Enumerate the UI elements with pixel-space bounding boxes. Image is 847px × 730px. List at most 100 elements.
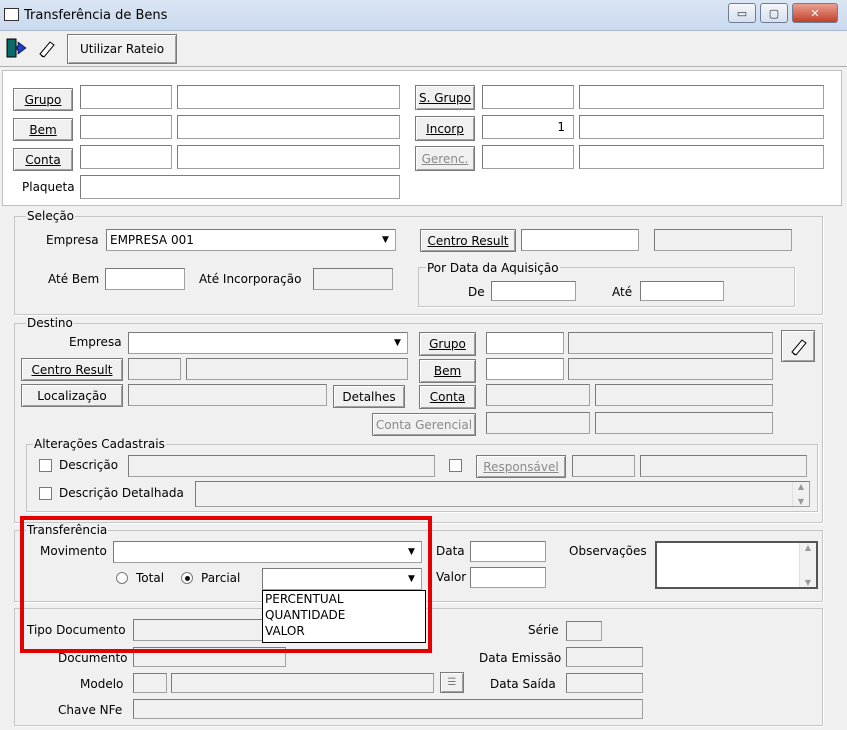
descricao-label: Descrição xyxy=(59,458,119,472)
observacoes-label: Observações xyxy=(569,544,647,558)
gerenc-button[interactable]: Gerenc. xyxy=(415,146,475,171)
responsavel-desc xyxy=(640,455,807,477)
data-saida-label: Data Saída xyxy=(490,677,556,691)
data-input[interactable] xyxy=(470,541,546,562)
destino-eraser-button[interactable] xyxy=(781,330,815,362)
scroll-down-icon: ▼ xyxy=(797,497,805,506)
observacoes-scrollbar[interactable]: ▲ ▼ xyxy=(799,543,816,587)
destino-centro-result-button[interactable]: Centro Result xyxy=(21,358,123,381)
destino-conta-button[interactable]: Conta xyxy=(419,385,476,409)
data-saida-input xyxy=(566,673,643,693)
ate-bem-input[interactable] xyxy=(105,268,185,290)
selecao-title: Seleção xyxy=(26,209,76,223)
destino-grupo-code[interactable] xyxy=(486,332,564,354)
incorp-desc-input[interactable] xyxy=(579,115,824,139)
conta-desc-input[interactable] xyxy=(177,145,400,169)
bem-desc-input[interactable] xyxy=(177,115,400,139)
serie-input xyxy=(566,621,602,641)
conta-gerencial-desc xyxy=(595,412,773,434)
selecao-empresa-select[interactable]: EMPRESA 001 ▼ xyxy=(106,229,396,251)
chave-nfe-input xyxy=(133,699,643,719)
modelo-desc-input xyxy=(171,673,434,693)
detalhes-button[interactable]: Detalhes xyxy=(333,385,405,408)
gerenc-code-input[interactable] xyxy=(482,145,574,169)
modelo-lookup-button[interactable]: ☰ xyxy=(440,672,464,693)
localizacao-button[interactable]: Localização xyxy=(21,384,123,407)
modelo-code-input xyxy=(133,673,167,693)
por-data-title: Por Data da Aquisição xyxy=(426,261,560,275)
sgrupo-code-input[interactable] xyxy=(482,85,574,109)
selecao-centro-result-code[interactable] xyxy=(521,229,639,251)
destino-empresa-label: Empresa xyxy=(69,335,122,349)
chave-nfe-label: Chave NFe xyxy=(58,703,123,717)
grupo-button-label: Grupo xyxy=(24,92,62,107)
scroll-up-icon: ▲ xyxy=(797,482,805,491)
ate-incorporacao-input xyxy=(313,268,393,290)
selecao-centro-result-button[interactable]: Centro Result xyxy=(420,229,516,252)
incorp-button[interactable]: Incorp xyxy=(415,116,475,141)
conta-gerencial-button[interactable]: Conta Gerencial xyxy=(372,413,476,436)
destino-centro-result-label: Centro Result xyxy=(31,362,113,377)
plaqueta-label: Plaqueta xyxy=(22,180,75,194)
list-icon: ☰ xyxy=(447,677,457,688)
destino-conta-label: Conta xyxy=(429,390,466,404)
valor-label: Valor xyxy=(436,570,467,584)
modelo-label: Modelo xyxy=(80,677,124,691)
descricao-detalhada-scrollbar[interactable]: ▲ ▼ xyxy=(792,482,809,506)
destino-bem-code[interactable] xyxy=(486,358,564,380)
destino-centro-result-code xyxy=(128,358,181,380)
sgrupo-desc-input[interactable] xyxy=(579,85,824,109)
selecao-centro-result-desc xyxy=(654,229,792,251)
destino-bem-desc xyxy=(568,358,773,380)
valor-input[interactable] xyxy=(470,567,546,588)
bem-button-label: Bem xyxy=(29,122,57,137)
close-button[interactable]: ✕ xyxy=(792,3,838,23)
utilizar-rateio-button[interactable]: Utilizar Rateio xyxy=(67,34,177,64)
grupo-button[interactable]: Grupo xyxy=(13,88,73,111)
grupo-desc-input[interactable] xyxy=(177,85,400,109)
scroll-down-icon: ▼ xyxy=(804,578,812,587)
scroll-up-icon: ▲ xyxy=(804,543,812,552)
plaqueta-input[interactable] xyxy=(80,175,400,199)
destino-centro-result-desc xyxy=(186,358,408,380)
localizacao-input xyxy=(128,384,327,406)
data-de-input[interactable] xyxy=(491,281,576,301)
data-ate-input[interactable] xyxy=(640,281,724,301)
descricao-detalhada-checkbox[interactable] xyxy=(39,487,52,500)
conta-button[interactable]: Conta xyxy=(13,148,73,171)
descricao-detalhada-textarea: ▲ ▼ xyxy=(195,481,810,507)
gerenc-desc-input[interactable] xyxy=(579,145,824,169)
descricao-checkbox[interactable] xyxy=(39,459,52,472)
maximize-button[interactable]: ▢ xyxy=(760,3,788,23)
bem-code-input[interactable] xyxy=(80,115,172,139)
chevron-down-icon[interactable]: ▼ xyxy=(390,335,405,351)
descricao-input xyxy=(128,455,435,477)
de-label: De xyxy=(468,285,485,299)
sgrupo-button[interactable]: S. Grupo xyxy=(415,85,475,110)
minimize-button[interactable]: ▭ xyxy=(728,3,756,23)
destino-grupo-desc xyxy=(568,332,773,354)
conta-code-input[interactable] xyxy=(80,145,172,169)
incorp-input[interactable]: 1 xyxy=(482,115,574,139)
exit-door-icon[interactable] xyxy=(2,34,30,62)
destino-empresa-select[interactable]: ▼ xyxy=(128,332,408,354)
responsavel-checkbox[interactable] xyxy=(449,459,462,472)
destino-grupo-button[interactable]: Grupo xyxy=(419,332,476,356)
selecao-empresa-label: Empresa xyxy=(46,233,99,247)
responsavel-code xyxy=(572,455,635,477)
ate-bem-label: Até Bem xyxy=(48,272,100,286)
chevron-down-icon[interactable]: ▼ xyxy=(378,232,393,248)
destino-bem-button[interactable]: Bem xyxy=(419,359,476,383)
responsavel-button[interactable]: Responsável xyxy=(476,455,566,478)
bem-button[interactable]: Bem xyxy=(13,118,73,141)
eraser-icon[interactable] xyxy=(32,34,60,62)
destino-grupo-label: Grupo xyxy=(429,337,466,351)
serie-label: Série xyxy=(528,623,559,637)
conta-gerencial-code xyxy=(486,412,590,434)
grupo-code-input[interactable] xyxy=(80,85,172,109)
destino-conta-desc xyxy=(595,384,773,406)
destino-title: Destino xyxy=(26,316,74,330)
observacoes-textarea[interactable]: ▲ ▼ xyxy=(655,541,818,589)
selecao-centro-result-label: Centro Result xyxy=(427,233,509,248)
highlight-box xyxy=(20,516,432,653)
